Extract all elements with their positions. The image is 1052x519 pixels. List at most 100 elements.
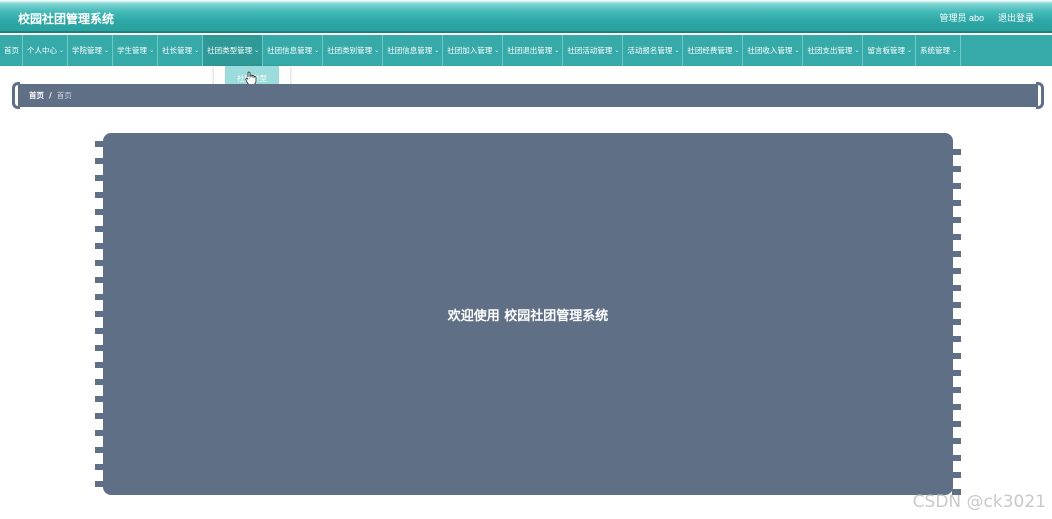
nav-item-label: 社团活动管理 xyxy=(567,46,613,55)
panel-edge-tick xyxy=(952,166,961,172)
user-area: 管理员 abo 退出登录 xyxy=(939,11,1034,24)
nav-item[interactable]: 系统管理 ⌄ xyxy=(916,35,962,66)
panel-edge-tick xyxy=(95,328,104,334)
panel-edge-tick xyxy=(952,217,961,223)
nav-item-label: 社团类别管理 xyxy=(327,46,373,55)
panel-edge-tick xyxy=(95,175,104,181)
watermark: CSDN @ck3021 xyxy=(912,492,1046,512)
panel-edge-tick xyxy=(95,158,104,164)
nav-item[interactable]: 学生管理 ⌄ xyxy=(113,35,159,66)
welcome-panel: 欢迎使用 校园社团管理系统 xyxy=(103,133,953,495)
nav-item-label: 学生管理 xyxy=(117,46,148,55)
nav-item[interactable]: 社团经费管理 ⌄ xyxy=(683,35,744,66)
panel-edge-tick xyxy=(95,379,104,385)
panel-edge-tick xyxy=(95,362,104,368)
nav-item[interactable]: 个人中心 ⌄ xyxy=(23,35,69,66)
nav-item[interactable]: 社长管理 ⌄ xyxy=(158,35,204,66)
nav-item-label: 社长管理 xyxy=(162,46,193,55)
panel-edge-tick xyxy=(95,277,104,283)
nav-item-label: 社团收入管理 xyxy=(747,46,793,55)
nav-item-label: 活动报名管理 xyxy=(627,46,673,55)
chevron-down-icon: ⌄ xyxy=(374,47,380,54)
panel-edge-tick xyxy=(952,200,961,206)
chevron-down-icon: ⌄ xyxy=(614,47,620,54)
nav-item[interactable]: 社团信息管理 ⌄ xyxy=(263,35,324,66)
chevron-down-icon: ⌄ xyxy=(314,47,320,54)
panel-edge-tick xyxy=(95,294,104,300)
chevron-down-icon: ⌄ xyxy=(254,47,260,54)
panel-edge-tick xyxy=(95,413,104,419)
chevron-down-icon: ⌄ xyxy=(149,47,155,54)
nav-item[interactable]: 留言板管理 ⌄ xyxy=(863,35,916,66)
nav-item[interactable]: 社团支出管理 ⌄ xyxy=(803,35,864,66)
nav-item-label: 留言板管理 xyxy=(867,46,905,55)
panel-edge-tick xyxy=(952,370,961,376)
panel-edge-tick xyxy=(952,472,961,478)
chevron-down-icon: ⌄ xyxy=(734,47,740,54)
nav-item[interactable]: 首页 xyxy=(0,35,23,66)
panel-edge-tick xyxy=(952,336,961,342)
chevron-down-icon: ⌄ xyxy=(906,47,912,54)
chevron-down-icon: ⌄ xyxy=(104,47,110,54)
chevron-down-icon: ⌄ xyxy=(674,47,680,54)
breadcrumb-separator: / xyxy=(49,91,52,100)
panel-edge-tick xyxy=(95,481,104,487)
nav-item[interactable]: 社团加入管理 ⌄ xyxy=(443,35,504,66)
panel-edge-tick xyxy=(952,285,961,291)
nav-item[interactable]: 社团活动管理 ⌄ xyxy=(563,35,624,66)
nav-item-label: 个人中心 xyxy=(27,46,57,55)
nav-item[interactable]: 社团类型管理 ⌄ xyxy=(203,35,264,66)
nav-item-label: 社团类型管理 xyxy=(207,46,253,55)
panel-edge-tick xyxy=(952,149,961,155)
panel-edge-tick xyxy=(95,226,104,232)
panel-edge-tick xyxy=(952,234,961,240)
panel-edge-tick xyxy=(952,489,961,495)
breadcrumb: 首页 / 首页 xyxy=(18,84,1038,107)
panel-edge-tick xyxy=(952,455,961,461)
panel-edge-tick xyxy=(952,421,961,427)
nav-item[interactable]: 社团信息管理 ⌄ xyxy=(383,35,444,66)
chevron-down-icon: ⌄ xyxy=(554,47,560,54)
nav-item-label: 社团支出管理 xyxy=(807,46,853,55)
logout-link[interactable]: 退出登录 xyxy=(998,11,1034,24)
breadcrumb-current: 首页 xyxy=(56,91,72,100)
panel-edge-tick xyxy=(952,319,961,325)
panel-edge-tick xyxy=(95,464,104,470)
breadcrumb-home[interactable]: 首页 xyxy=(29,90,44,101)
main-nav: 首页 个人中心 ⌄ 学院管理 ⌄ 学生管理 ⌄ 社长管理 ⌄ 社团类型管理 ⌄ 社团信息管理 ⌄ 社团类别… xyxy=(0,35,1052,66)
nav-item-label: 系统管理 xyxy=(920,46,950,55)
nav-item[interactable]: 社团收入管理 ⌄ xyxy=(743,35,804,66)
panel-edge-tick xyxy=(95,345,104,351)
nav-item[interactable]: 学院管理 ⌄ xyxy=(68,35,114,66)
nav-item[interactable]: 社团退出管理 ⌄ xyxy=(503,35,564,66)
nav-item-label: 社团信息管理 xyxy=(267,46,313,55)
nav-item-label: 社团加入管理 xyxy=(447,46,493,55)
panel-edge-tick xyxy=(95,260,104,266)
panel-edge-tick xyxy=(95,141,104,147)
panel-edge-tick xyxy=(95,396,104,402)
panel-edge-tick xyxy=(95,192,104,198)
chevron-down-icon: ⌄ xyxy=(434,47,440,54)
nav-item[interactable]: 社团类别管理 ⌄ xyxy=(323,35,384,66)
welcome-text: 欢迎使用 校园社团管理系统 xyxy=(447,308,609,324)
panel-edge-tick xyxy=(952,251,961,257)
nav-item-label: 社团信息管理 xyxy=(387,46,433,55)
panel-edge-tick xyxy=(952,183,961,189)
panel-edge-tick xyxy=(952,438,961,444)
nav-item[interactable]: 活动报名管理 ⌄ xyxy=(623,35,684,66)
nav-item-label: 首页 xyxy=(4,46,19,55)
app-header: 校园社团管理系统 管理员 abo 退出登录 xyxy=(0,0,1052,33)
panel-edge-tick xyxy=(952,404,961,410)
panel-edge-tick xyxy=(95,311,104,317)
panel-edge-tick xyxy=(95,447,104,453)
nav-item-label: 社团经费管理 xyxy=(687,46,733,55)
chevron-down-icon: ⌄ xyxy=(494,47,500,54)
app-title: 校园社团管理系统 xyxy=(18,12,115,26)
user-label: 管理员 abo xyxy=(939,13,984,23)
chevron-down-icon: ⌄ xyxy=(194,47,200,54)
panel-edge-tick xyxy=(95,209,104,215)
panel-edge-tick xyxy=(952,387,961,393)
chevron-down-icon: ⌄ xyxy=(854,47,860,54)
chevron-down-icon: ⌄ xyxy=(794,47,800,54)
hand-cursor-icon xyxy=(245,71,257,85)
